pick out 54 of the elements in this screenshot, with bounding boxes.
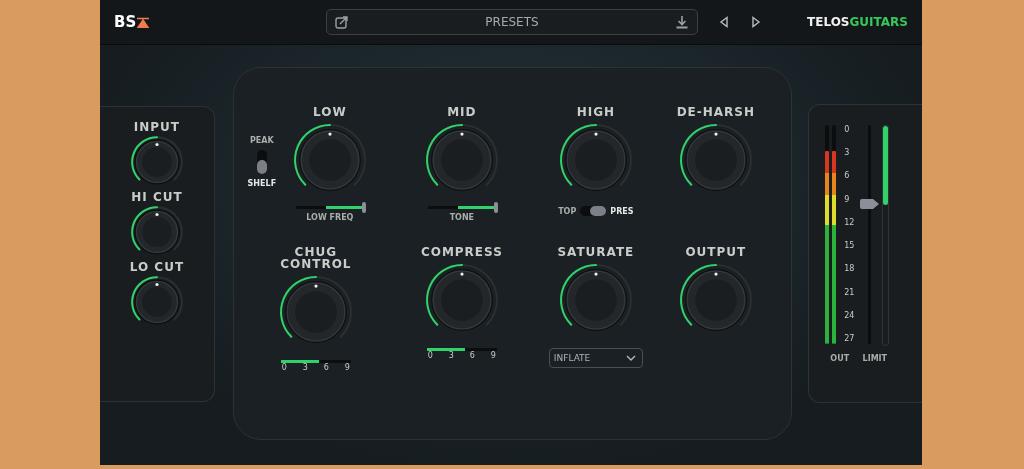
scale-label: 6 bbox=[844, 171, 851, 182]
knob-label: COMPRESS bbox=[420, 246, 503, 258]
scale-label: 12 bbox=[844, 217, 855, 228]
scale-label: 18 bbox=[844, 264, 855, 275]
knob-label: SATURATE bbox=[557, 246, 635, 258]
scale-label: 15 bbox=[844, 241, 855, 252]
chevron-down-icon bbox=[625, 355, 636, 361]
knob-label: DE-HARSH bbox=[676, 106, 756, 118]
toggle-switch[interactable] bbox=[256, 150, 267, 174]
slider-label: LOW FREQ bbox=[306, 213, 354, 222]
preset-bar[interactable]: PRESETS bbox=[326, 9, 698, 35]
tick-label: 9 bbox=[490, 351, 496, 360]
amount-bar[interactable] bbox=[280, 360, 351, 363]
preset-label: PRESETS bbox=[485, 15, 539, 29]
download-icon[interactable] bbox=[675, 15, 689, 29]
knob-label: MID bbox=[447, 106, 477, 118]
tick-label: 0 bbox=[281, 363, 287, 372]
switch-label[interactable]: TOP bbox=[558, 206, 577, 216]
mode-dropdown[interactable]: INFLATE bbox=[548, 348, 643, 368]
switch-label[interactable]: PEAK bbox=[250, 136, 274, 145]
switch-label[interactable]: PRES bbox=[610, 206, 634, 216]
tick-label: 9 bbox=[344, 363, 350, 372]
scale-label: 3 bbox=[844, 148, 851, 159]
toggle-switch[interactable] bbox=[580, 206, 607, 216]
scale-label: 21 bbox=[844, 287, 855, 298]
brand-tagline: GUITARS bbox=[849, 15, 908, 29]
triangle-logo-icon bbox=[137, 16, 150, 28]
tick-label: 3 bbox=[302, 363, 308, 372]
switch-label[interactable]: SHELF bbox=[247, 179, 277, 188]
knob-label: LO CUT bbox=[129, 261, 185, 273]
slider-label: TONE bbox=[449, 213, 475, 222]
scale-label: 27 bbox=[844, 333, 855, 344]
export-icon[interactable] bbox=[335, 15, 349, 29]
brand-name: TELOS bbox=[807, 15, 850, 29]
tick-label: 3 bbox=[448, 351, 454, 360]
slider-thumb[interactable] bbox=[860, 198, 881, 209]
tick-label: 6 bbox=[469, 351, 475, 360]
meter-label: OUT bbox=[830, 354, 850, 363]
knob-label: INPUT bbox=[133, 121, 181, 133]
tick-label: 0 bbox=[427, 351, 433, 360]
scale-label: 9 bbox=[844, 194, 851, 205]
knob-label: LOW bbox=[313, 106, 347, 118]
logo-text: BS bbox=[114, 13, 137, 31]
next-icon[interactable] bbox=[750, 16, 762, 28]
previous-icon[interactable] bbox=[718, 16, 730, 28]
amount-bar[interactable] bbox=[426, 348, 497, 351]
meter-label: LIMIT bbox=[862, 354, 888, 363]
knob-label: CHUG CONTROL bbox=[280, 246, 352, 270]
knob-label: HIGH bbox=[576, 106, 616, 118]
scale-label: 0 bbox=[844, 125, 851, 135]
knob-label: OUTPUT bbox=[685, 246, 747, 258]
scale-label: 24 bbox=[844, 310, 855, 321]
knob-label: HI CUT bbox=[131, 191, 183, 203]
tick-label: 6 bbox=[323, 363, 329, 372]
